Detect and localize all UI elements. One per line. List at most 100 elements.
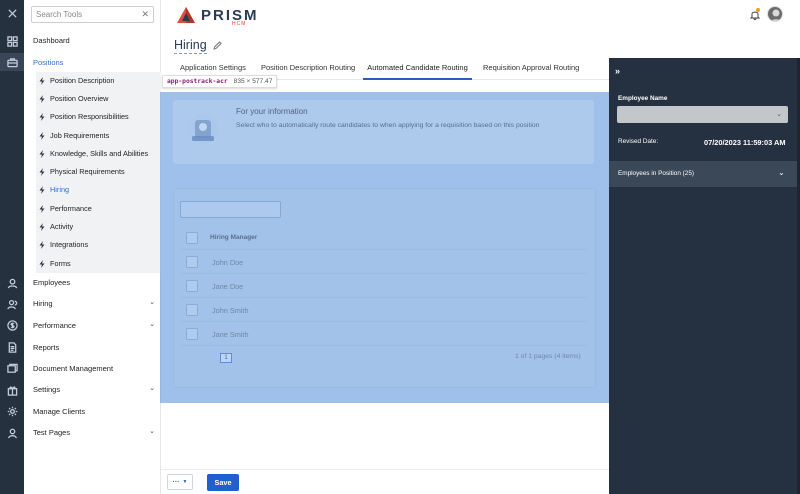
dashboard-icon[interactable] [0,32,24,50]
document-icon[interactable] [0,338,24,356]
prism-logo-icon [177,7,195,23]
chevron-down-icon: ⌄ [149,428,155,435]
gear-icon[interactable] [0,402,24,420]
select-all-checkbox[interactable] [186,232,198,244]
collapse-panel-icon[interactable]: » [615,66,620,76]
bolt-icon [39,149,45,158]
subnav-label: Position Description [50,76,115,85]
edit-pencil-icon[interactable] [213,41,222,50]
search-tools-box[interactable]: ✕ [31,6,154,23]
tooltip-dimensions: 835 × 577.47 [233,78,273,85]
row-checkbox[interactable] [186,256,198,268]
nav-performance[interactable]: Performance ⌄ [33,321,157,330]
nav-employees-label: Employees [33,278,71,287]
table-cell-name: Jane Smith [212,330,249,339]
subnav-hiring[interactable]: Hiring [39,185,69,194]
revised-date-label: Revised Date: [618,138,659,145]
nav-positions[interactable]: Positions [33,58,157,67]
nav-manage-clients-label: Manage Clients [33,407,86,416]
subnav-integrations[interactable]: Integrations [39,240,88,249]
bolt-icon [39,94,45,103]
subnav-activity[interactable]: Activity [39,222,73,231]
search-tools-input[interactable] [36,10,140,19]
bolt-icon [39,112,45,121]
info-text: Select who to automatically route candid… [236,122,540,129]
nav-reports-label: Reports [33,343,60,352]
subnav-label: Physical Requirements [50,167,125,176]
notification-badge [756,8,760,12]
bolt-icon [39,185,45,194]
subnav-knowledge-skills[interactable]: Knowledge, Skills and Abilities [39,149,148,158]
nav-document-management[interactable]: Document Management [33,364,157,373]
nav-hiring-label: Hiring [33,299,53,308]
nav-dashboard[interactable]: Dashboard [33,36,157,45]
subnav-forms[interactable]: Forms [39,259,71,268]
users-icon[interactable] [0,295,24,313]
table-cell-name: Jane Doe [212,282,244,291]
row-checkbox[interactable] [186,280,198,292]
save-button[interactable]: Save [207,474,239,491]
page-title: Hiring [174,38,207,54]
tooltip-component-name: app-postrack-acr [167,78,228,85]
component-tooltip: app-postrack-acr 835 × 577.47 [162,75,278,88]
chevron-down-icon: ⌄ [776,111,782,118]
nav-settings-label: Settings [33,385,61,394]
column-header-hiring-manager[interactable]: Hiring Manager [210,234,257,241]
bolt-icon [39,259,45,268]
more-actions-label: ··· [172,478,180,486]
briefcase-icon[interactable] [0,53,24,71]
pager-page-button[interactable]: 1 [220,353,232,363]
nav-settings[interactable]: Settings ⌄ [33,385,157,394]
bolt-icon [39,204,45,213]
subnav-physical-requirements[interactable]: Physical Requirements [39,167,125,176]
bolt-icon [39,167,45,176]
subnav-position-responsibilities[interactable]: Position Responsibilities [39,112,129,121]
icon-rail [0,0,24,494]
more-actions-button[interactable]: ··· ▼ [167,474,193,490]
prism-logo[interactable]: PRISM HCM [176,6,259,27]
info-title: For your information [236,107,308,116]
nav-test-pages[interactable]: Test Pages ⌄ [33,428,157,437]
chevron-down-icon: ⌄ [149,321,155,328]
subnav-label: Activity [50,222,74,231]
subnav-label: Performance [50,204,92,213]
bolt-icon [39,76,45,85]
clear-search-icon[interactable]: ✕ [141,9,149,20]
employee-name-select[interactable]: ⌄ [617,106,788,123]
grid-search-input[interactable] [180,201,281,218]
details-panel [609,58,800,494]
folder-icon[interactable] [0,359,24,377]
footer-divider [161,469,609,470]
gift-icon[interactable] [0,381,24,399]
nav-reports[interactable]: Reports [33,343,157,352]
employees-in-position-label: Employees in Position (25) [618,170,695,177]
close-icon[interactable] [0,4,24,22]
chevron-down-icon[interactable]: ⌄ [778,168,785,177]
user-icon[interactable] [0,274,24,292]
subnav-position-description[interactable]: Position Description [39,76,115,85]
person-icon[interactable] [0,424,24,442]
revised-date-value: 07/20/2023 11:59:03 AM [704,138,786,147]
row-checkbox[interactable] [186,328,198,340]
tools-sidebar: ✕ Dashboard Positions Position Descripti… [24,0,161,494]
subnav-performance[interactable]: Performance [39,204,92,213]
nav-hiring[interactable]: Hiring ⌄ [33,299,157,308]
caret-down-icon: ▼ [182,479,188,485]
tab-requisition-approval-routing[interactable]: Requisition Approval Routing [483,63,579,80]
subnav-job-requirements[interactable]: Job Requirements [39,131,109,140]
nav-employees[interactable]: Employees [33,278,157,287]
tab-automated-candidate-routing[interactable]: Automated Candidate Routing [363,63,472,80]
nav-manage-clients[interactable]: Manage Clients [33,407,157,416]
table-cell-name: John Doe [212,258,244,267]
logo-text: PRISM [201,6,259,24]
subnav-position-overview[interactable]: Position Overview [39,94,108,103]
avatar[interactable] [767,6,783,22]
subnav-label: Position Overview [50,94,109,103]
nav-document-management-label: Document Management [33,364,114,373]
info-illustration-icon [188,114,218,144]
dollar-icon[interactable] [0,316,24,334]
row-checkbox[interactable] [186,304,198,316]
nav-dashboard-label: Dashboard [33,36,70,45]
nav-test-pages-label: Test Pages [33,428,71,437]
table-cell-name: John Smith [212,306,249,315]
